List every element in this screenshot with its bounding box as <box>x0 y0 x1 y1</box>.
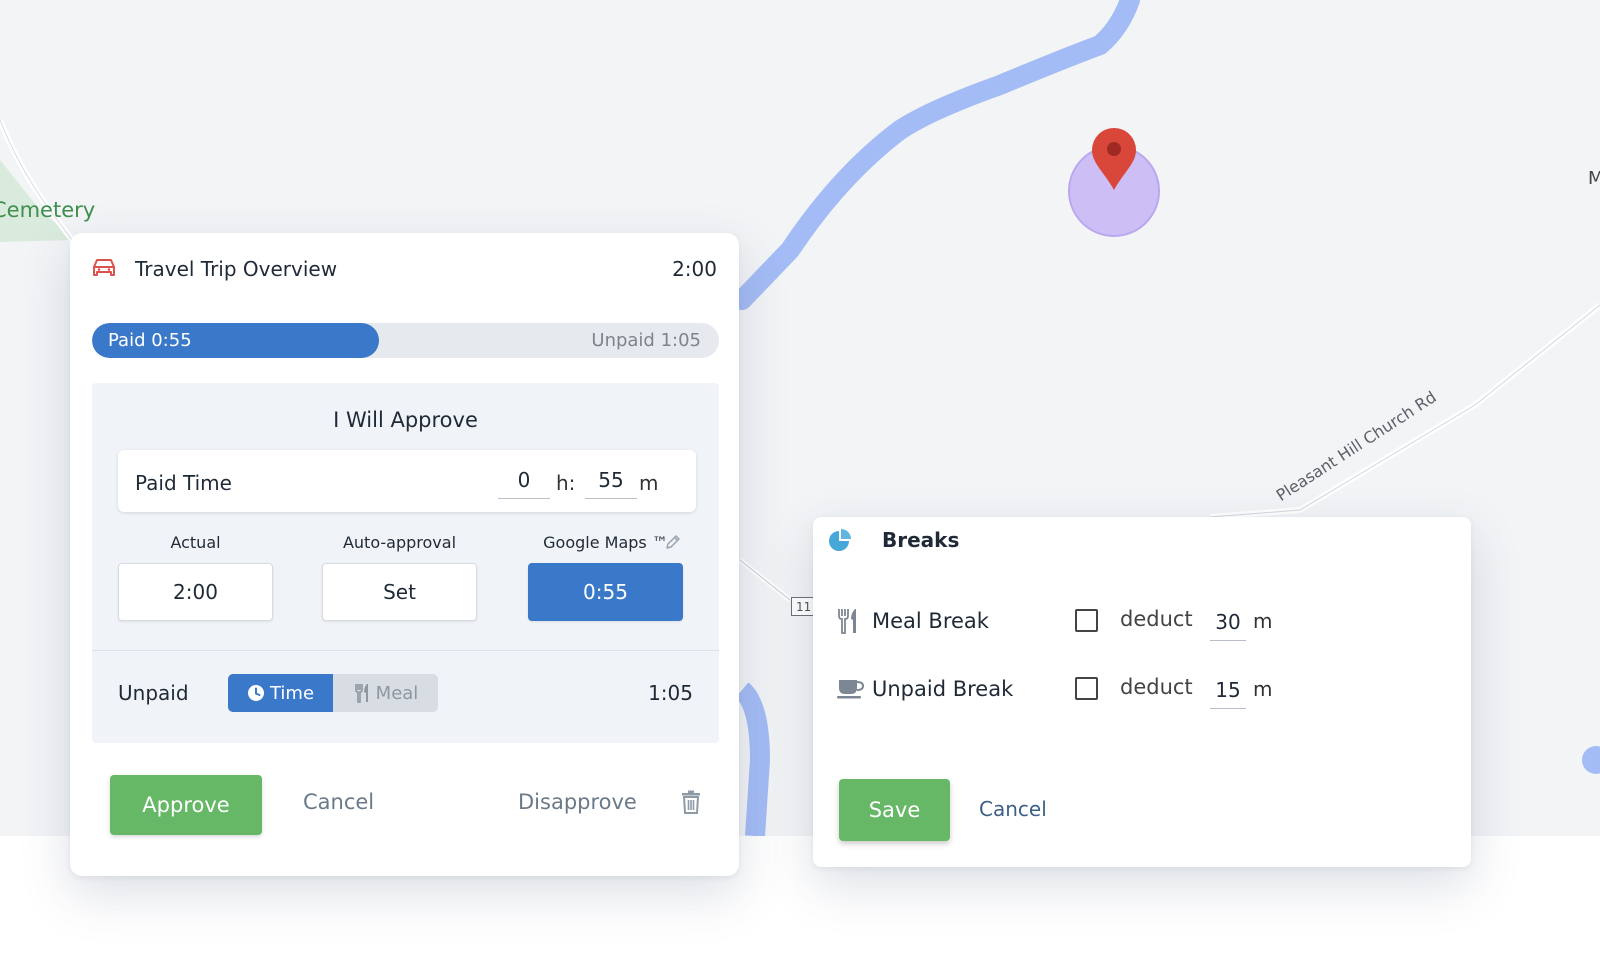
map-edge-label: M <box>1588 168 1600 189</box>
hours-unit: h: <box>556 471 576 495</box>
unpaid-label: Unpaid <box>118 681 189 705</box>
minutes-unit: m <box>639 471 659 495</box>
trip-title: Travel Trip Overview <box>135 257 338 281</box>
approve-panel-title: I Will Approve <box>333 408 478 432</box>
save-button[interactable]: Save <box>839 779 950 841</box>
panel-divider <box>92 650 719 651</box>
unpaid-break-deduct-checkbox[interactable] <box>1075 677 1098 700</box>
paid-unpaid-progress-bar: Paid 0:55 Unpaid 1:05 <box>92 323 719 358</box>
google-maps-button[interactable]: 0:55 <box>528 563 683 621</box>
coffee-cup-icon <box>837 676 865 704</box>
unpaid-value: 1:05 <box>648 681 693 705</box>
approve-button[interactable]: Approve <box>110 775 262 835</box>
meal-break-deduct-checkbox[interactable] <box>1075 609 1098 632</box>
paid-minutes-input[interactable] <box>585 462 637 499</box>
disapprove-button[interactable]: Disapprove <box>518 790 637 814</box>
breaks-card: Breaks Meal Break deduct m Unpaid Break … <box>813 517 1471 867</box>
meal-break-deduct-label: deduct <box>1120 607 1193 631</box>
unpaid-break-deduct-label: deduct <box>1120 675 1193 699</box>
google-maps-label: Google Maps ™ <box>543 533 668 552</box>
unpaid-break-label: Unpaid Break <box>872 677 1014 701</box>
utensils-icon <box>354 684 368 703</box>
meal-break-label: Meal Break <box>872 609 989 633</box>
unpaid-type-toggle: Time Meal <box>228 674 438 712</box>
break-row-unpaid: Unpaid Break deduct m <box>825 667 1445 711</box>
auto-approval-label: Auto-approval <box>342 533 457 552</box>
paid-time-row: Paid Time h: m <box>118 450 696 512</box>
map-place-label: Cemetery <box>0 198 96 222</box>
unpaid-break-minutes-input[interactable] <box>1210 672 1246 709</box>
pie-chart-icon <box>827 529 851 557</box>
pencil-icon[interactable] <box>664 533 682 555</box>
meal-break-minutes-input[interactable] <box>1210 604 1246 641</box>
approve-panel: I Will Approve Paid Time h: m Actual 2:0… <box>92 383 719 743</box>
breaks-title: Breaks <box>882 528 960 552</box>
river-lower <box>734 682 771 836</box>
meal-break-unit: m <box>1253 609 1273 633</box>
unpaid-break-unit: m <box>1253 677 1273 701</box>
breaks-cancel-button[interactable]: Cancel <box>979 797 1047 821</box>
toggle-time-label: Time <box>269 682 315 704</box>
trip-cancel-button[interactable]: Cancel <box>303 790 374 814</box>
river <box>732 0 1140 310</box>
progress-paid-label: Paid 0:55 <box>108 330 192 351</box>
trip-header: Travel Trip Overview 2:00 <box>92 255 717 285</box>
trash-icon[interactable] <box>680 790 702 818</box>
paid-time-label: Paid Time <box>135 471 232 495</box>
clock-icon <box>247 685 264 701</box>
trip-total-time: 2:00 <box>672 257 717 281</box>
actual-button[interactable]: 2:00 <box>118 563 273 621</box>
progress-unpaid-label: Unpaid 1:05 <box>591 330 701 351</box>
lake-edge <box>1582 746 1600 774</box>
toggle-time-button[interactable]: Time <box>228 674 333 712</box>
toggle-meal-button[interactable]: Meal <box>333 674 438 712</box>
auto-approval-button[interactable]: Set <box>322 563 477 621</box>
toggle-meal-label: Meal <box>375 682 419 704</box>
break-row-meal: Meal Break deduct m <box>825 599 1445 643</box>
paid-hours-input[interactable] <box>498 462 550 499</box>
actual-label: Actual <box>170 533 221 552</box>
utensils-icon <box>837 608 859 638</box>
travel-trip-card: Travel Trip Overview 2:00 Paid 0:55 Unpa… <box>70 233 739 876</box>
car-icon <box>92 257 116 283</box>
